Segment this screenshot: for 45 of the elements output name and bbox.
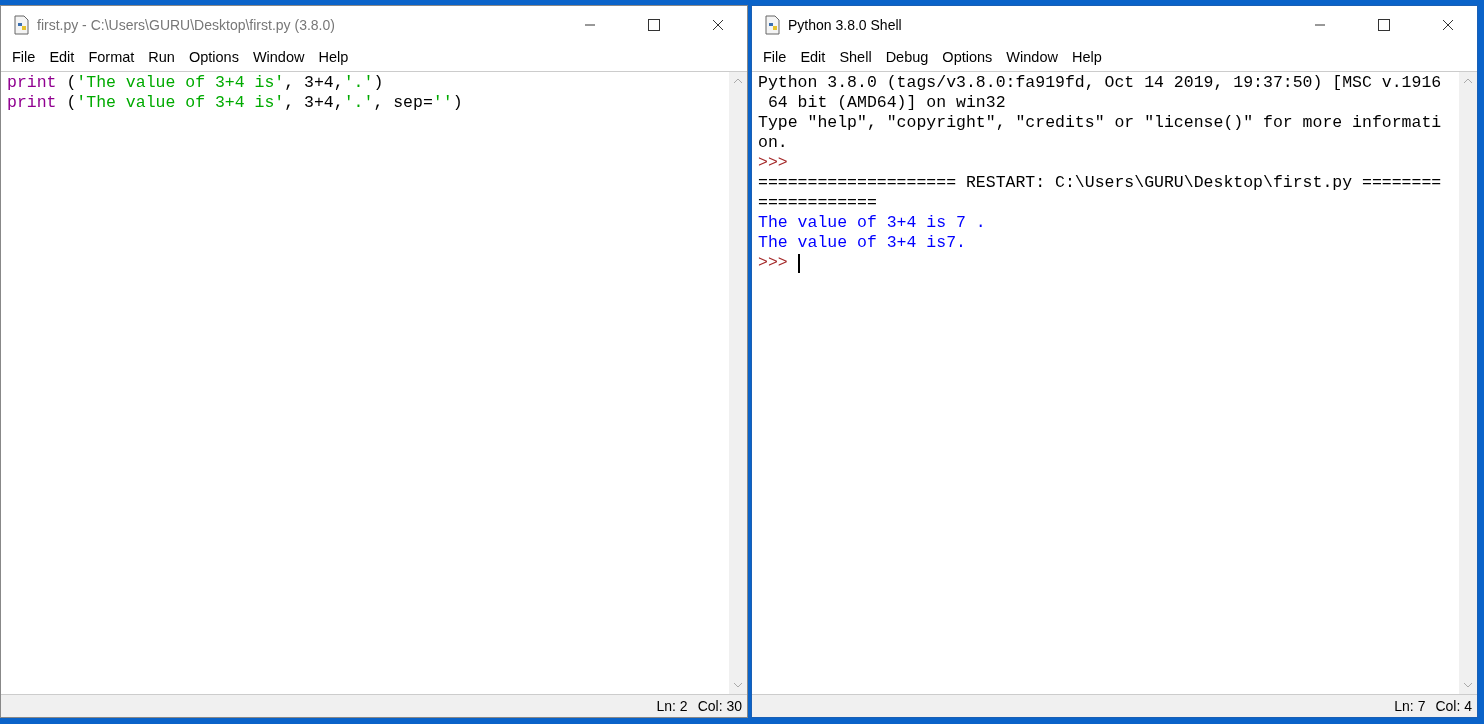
menu-item[interactable]: Run (141, 49, 182, 65)
scrollbar[interactable] (729, 72, 747, 694)
menu-item[interactable]: Format (81, 49, 142, 65)
shell-line: The value of 3+4 is 7 . (758, 213, 986, 233)
close-icon (1442, 18, 1454, 31)
code-line: print ('The value of 3+4 is', 3+4,'.', sep='') (7, 93, 464, 113)
column-number-status: Col: 4 (1435, 698, 1472, 714)
menu-item[interactable]: Window (245, 49, 312, 65)
menu-item[interactable]: Shell (832, 49, 879, 65)
column-number-status: Col: 30 (697, 698, 742, 714)
chevron-down-icon (733, 682, 743, 688)
menu-item[interactable]: Edit (42, 49, 82, 65)
menu-item[interactable]: Options (181, 49, 246, 65)
code-line: print ('The value of 3+4 is', 3+4,'.') (7, 73, 385, 93)
shell-prompt: >>> (758, 253, 788, 273)
chevron-up-icon (733, 78, 743, 84)
shell-line: Python 3.8.0 (tags/v3.8.0:fa919fd, Oct 14 2019, 19:37:50) [MSC v.1916 (758, 73, 1442, 93)
shell-line: Type "help", "copyright", "credits" or "license()" for more informati (758, 113, 1442, 133)
chevron-up-icon (1463, 78, 1473, 84)
chevron-down-icon (1463, 682, 1473, 688)
window-title: first.py - C:\Users\GURU\Desktop\first.py (3.8.0) (37, 16, 335, 33)
menu-item[interactable]: Help (311, 49, 356, 65)
maximize-icon (648, 18, 660, 31)
shell-line: 64 bit (AMD64)] on win32 (766, 93, 1006, 113)
menu-item[interactable]: Debug (878, 49, 936, 65)
menu-item[interactable]: Options (935, 49, 1000, 65)
code-editor[interactable]: print ('The value of 3+4 is', 3+4,'.') print ('The value of 3+4 is', 3+4,'.', sep='') (1, 72, 729, 694)
shell-line: on. (758, 133, 788, 153)
menu-item[interactable]: File (5, 49, 43, 65)
python-file-icon (13, 14, 31, 35)
menu-item[interactable]: Window (999, 49, 1065, 65)
menu-item[interactable]: File (756, 49, 794, 65)
shell-prompt: >>> (758, 153, 788, 173)
shell-line: The value of 3+4 is7. (758, 233, 966, 253)
close-icon (712, 18, 724, 31)
maximize-icon (1378, 18, 1390, 31)
menu-item[interactable]: Edit (793, 49, 833, 65)
shell-line: ============ (758, 193, 877, 213)
shell-line: ==================== RESTART: C:\Users\GURU\Desktop\first.py ======== (758, 173, 1442, 193)
window-title: Python 3.8.0 Shell (788, 16, 902, 33)
scrollbar[interactable] (1459, 72, 1477, 694)
menu-item[interactable]: Help (1064, 49, 1109, 65)
line-number-status: Ln: 2 (656, 698, 688, 714)
line-number-status: Ln: 7 (1394, 698, 1426, 714)
python-file-icon (764, 14, 782, 35)
